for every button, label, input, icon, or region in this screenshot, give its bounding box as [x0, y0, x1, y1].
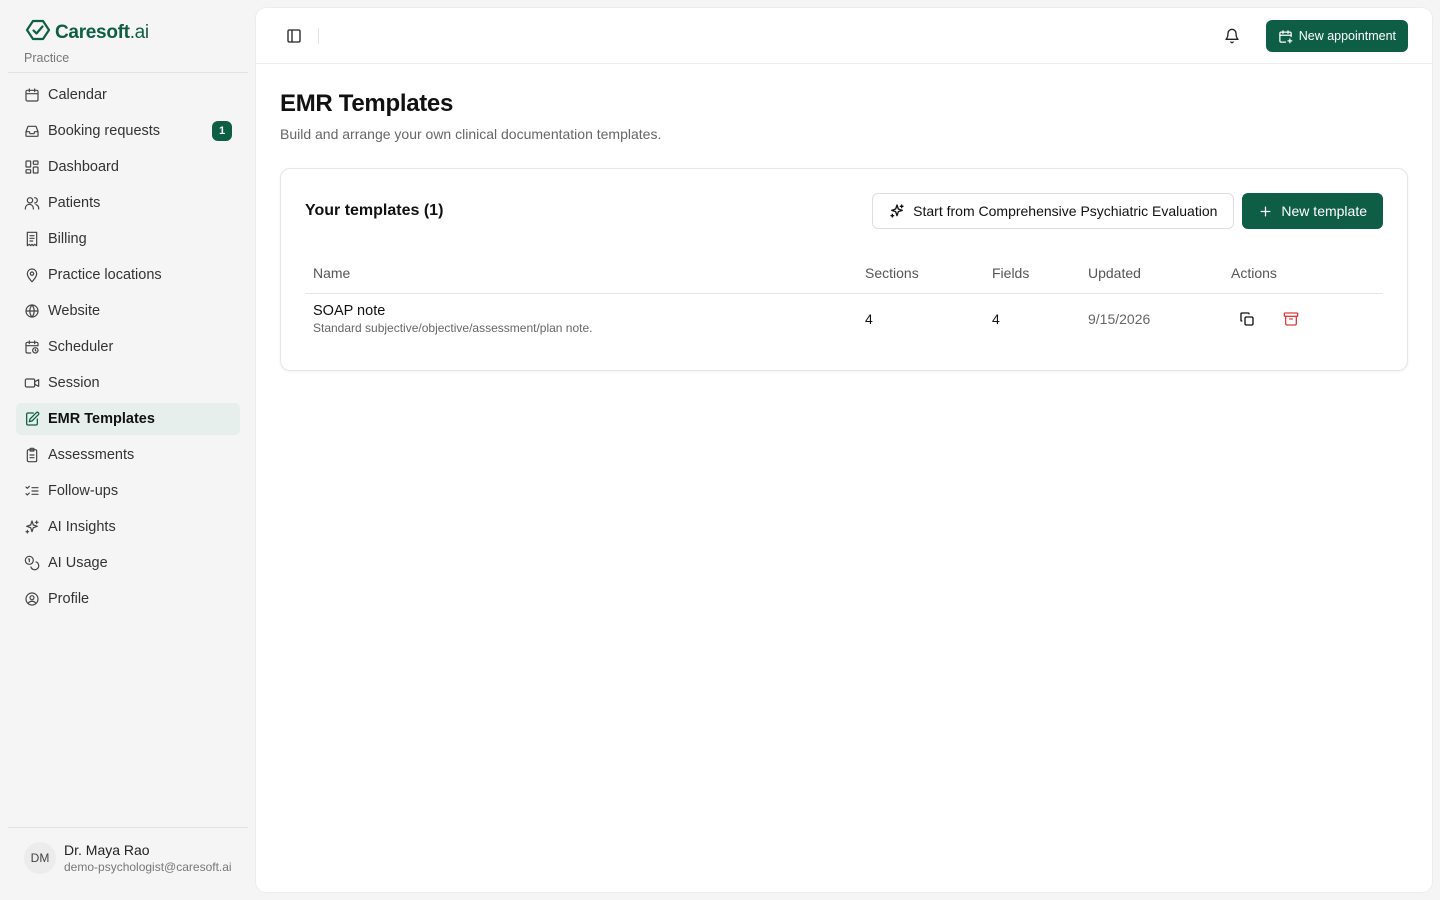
sidebar-item-dashboard[interactable]: Dashboard [16, 151, 240, 183]
user-email: demo-psychologist@caresoft.ai [64, 860, 232, 874]
column-header-fields: Fields [984, 253, 1080, 294]
brand[interactable]: Caresoft.ai Practice [24, 18, 149, 65]
sidebar-item-ai-usage[interactable]: AI Usage [16, 547, 240, 579]
page-title: EMR Templates [280, 90, 454, 117]
archive-icon [1283, 312, 1299, 326]
template-fields: 4 [992, 311, 1000, 328]
sparkles-icon [25, 520, 39, 534]
sidebar-item-practice-locations[interactable]: Practice locations [16, 259, 240, 291]
user-circle-icon [25, 592, 39, 606]
new-template-button[interactable]: New template [1242, 193, 1383, 229]
topbar-separator [318, 27, 319, 44]
sidebar-footer-divider [8, 827, 248, 828]
sidebar-item-session[interactable]: Session [16, 367, 240, 399]
panel-left-icon [287, 28, 301, 43]
receipt-icon [26, 231, 38, 247]
dashboard-icon [25, 160, 39, 174]
start-from-psychiatric-evaluation-button[interactable]: Start from Comprehensive Psychiatric Eva… [872, 193, 1235, 229]
coins-icon [24, 555, 40, 571]
booking-requests-badge: 1 [212, 121, 232, 141]
avatar: DM [24, 842, 56, 874]
copy-icon [1240, 312, 1254, 326]
template-description: Standard subjective/objective/assessment… [313, 321, 593, 336]
main-panel: New appointment EMR Templates Build and … [256, 8, 1432, 892]
duplicate-template-button[interactable] [1235, 307, 1259, 331]
page-content: EMR Templates Build and arrange your own… [256, 90, 1432, 371]
column-header-sections: Sections [857, 253, 984, 294]
bell-icon [1225, 28, 1239, 44]
table-row[interactable]: SOAP note Standard subjective/objective/… [305, 293, 1383, 345]
sidebar-item-billing[interactable]: Billing [16, 223, 240, 255]
map-pin-icon [26, 268, 38, 283]
sidebar-item-profile[interactable]: Profile [16, 583, 240, 615]
list-checks-icon [25, 485, 39, 496]
sidebar-nav: Calendar Booking requests 1 Dashboard Pa… [16, 79, 240, 619]
file-edit-icon [26, 411, 40, 426]
calendar-icon [25, 88, 39, 102]
brand-name: Caresoft.ai [55, 21, 149, 43]
sidebar: Caresoft.ai Practice Calendar Booking re… [0, 0, 256, 900]
sidebar-item-assessments[interactable]: Assessments [16, 439, 240, 471]
column-header-name: Name [305, 253, 857, 294]
sidebar-item-emr-templates[interactable]: EMR Templates [16, 403, 240, 435]
templates-card-title: Your templates (1) [305, 202, 444, 219]
calendar-clock-icon [25, 340, 39, 354]
inbox-icon [25, 125, 39, 137]
calendar-plus-icon [1278, 29, 1293, 43]
table-header-row: Name Sections Fields Updated Actions [305, 253, 1383, 294]
new-appointment-button[interactable]: New appointment [1265, 20, 1408, 52]
users-icon [24, 197, 40, 210]
globe-icon [25, 304, 39, 318]
column-header-actions: Actions [1223, 253, 1383, 294]
template-updated: 9/15/2026 [1088, 311, 1151, 328]
column-header-updated: Updated [1080, 253, 1223, 294]
topbar: New appointment [256, 8, 1432, 64]
sidebar-item-ai-insights[interactable]: AI Insights [16, 511, 240, 543]
archive-template-button[interactable] [1279, 307, 1303, 331]
plus-icon [1260, 206, 1271, 216]
sparkles-icon [890, 204, 904, 218]
toggle-sidebar-button[interactable] [280, 22, 308, 50]
caresoft-logo-icon [24, 18, 52, 47]
templates-table: Name Sections Fields Updated Actions SOA… [305, 253, 1383, 345]
user-name: Dr. Maya Rao [64, 842, 150, 858]
brand-subtitle: Practice [24, 51, 70, 65]
sidebar-item-follow-ups[interactable]: Follow-ups [16, 475, 240, 507]
video-icon [24, 378, 40, 388]
sidebar-item-calendar[interactable]: Calendar [16, 79, 240, 111]
user-menu[interactable]: DM Dr. Maya Rao demo-psychologist@careso… [24, 842, 234, 874]
page-description: Build and arrange your own clinical docu… [280, 126, 662, 142]
sidebar-item-booking-requests[interactable]: Booking requests 1 [16, 115, 240, 147]
clipboard-icon [26, 447, 38, 463]
sidebar-item-scheduler[interactable]: Scheduler [16, 331, 240, 363]
sidebar-item-patients[interactable]: Patients [16, 187, 240, 219]
templates-card: Your templates (1) Start from Comprehens… [280, 168, 1408, 371]
notifications-button[interactable] [1218, 22, 1246, 50]
sidebar-divider [8, 72, 248, 73]
template-name[interactable]: SOAP note [313, 303, 849, 319]
template-sections: 4 [865, 311, 873, 328]
sidebar-item-website[interactable]: Website [16, 295, 240, 327]
